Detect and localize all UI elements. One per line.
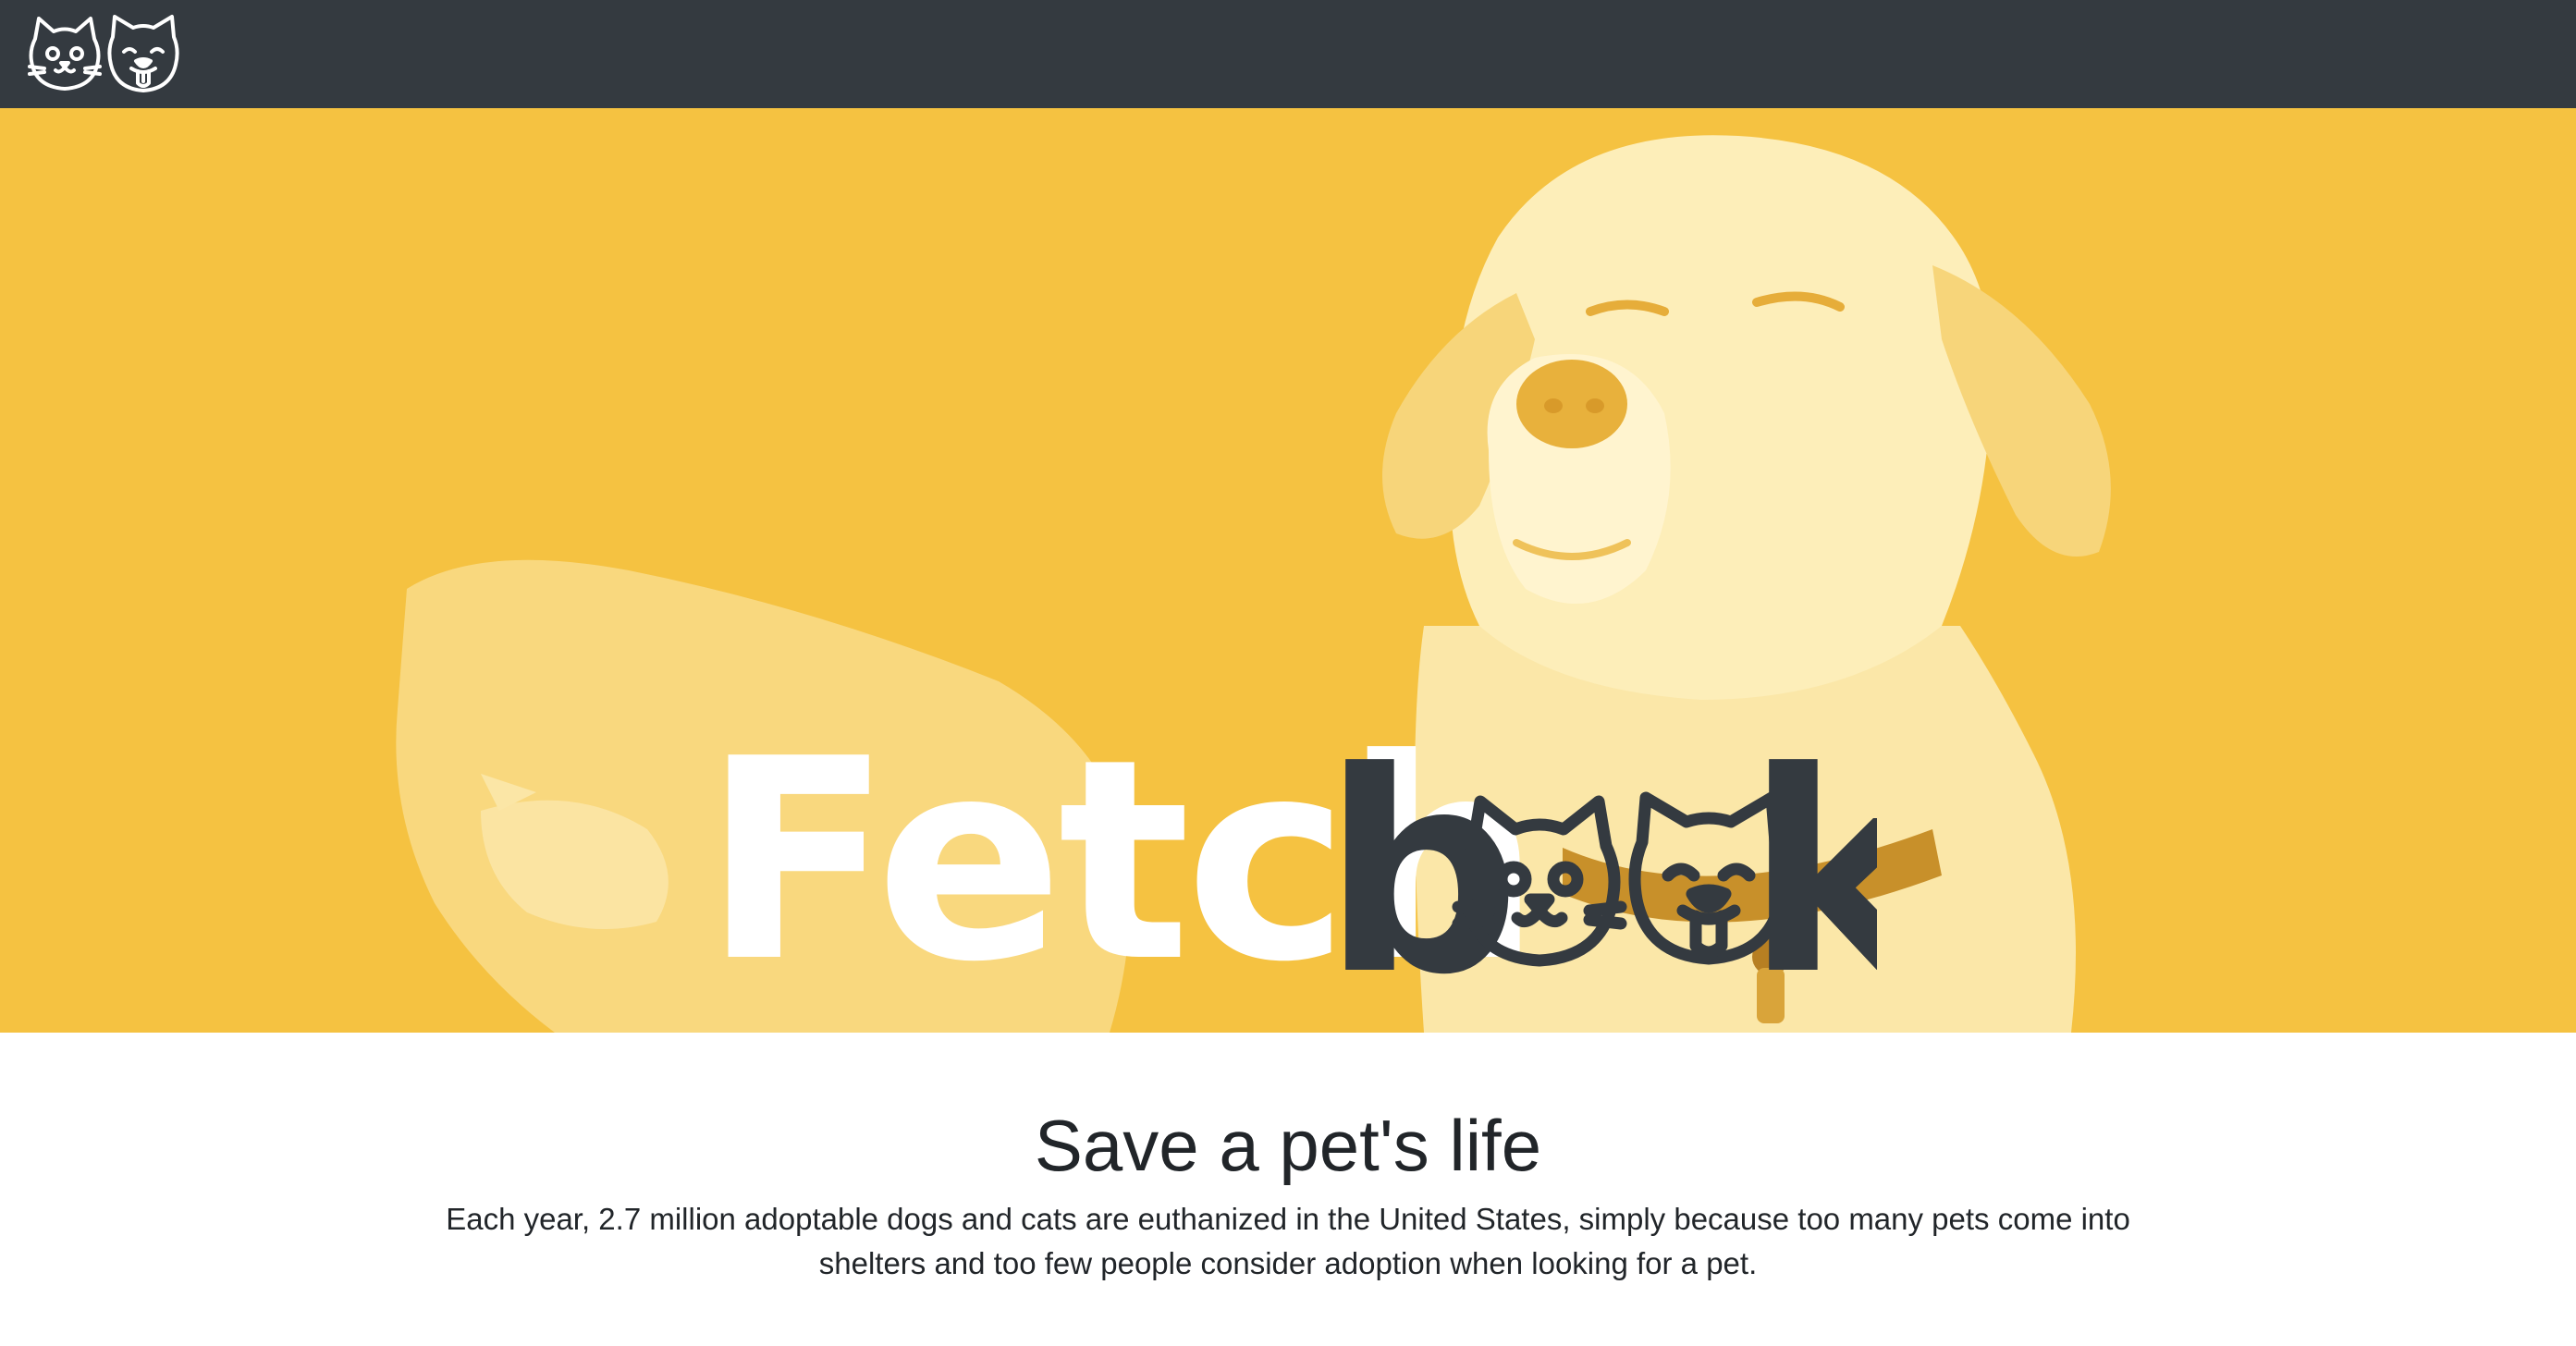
intro-paragraph: Each year, 2.7 million adoptable dogs an… [446, 1202, 2130, 1280]
dog-face-icon [107, 15, 179, 92]
intro-section: Save a pet's life Each year, 2.7 million… [0, 1033, 2576, 1346]
page-headline: Save a pet's life [1034, 1105, 1542, 1186]
nav-logo-svg [28, 15, 179, 92]
wordmark-k-letter: k [1746, 718, 1877, 1005]
nav-home-logo[interactable] [28, 13, 181, 94]
cat-face-icon [28, 17, 102, 91]
wordmark-b-letter: b [1322, 718, 1521, 1005]
wordmark-book-graphic: b k [1322, 718, 1877, 1005]
hero-banner: Fetch b k [0, 108, 2576, 1033]
fetchbook-wordmark: Fetch b k [703, 718, 1877, 1006]
navbar [0, 0, 2576, 108]
